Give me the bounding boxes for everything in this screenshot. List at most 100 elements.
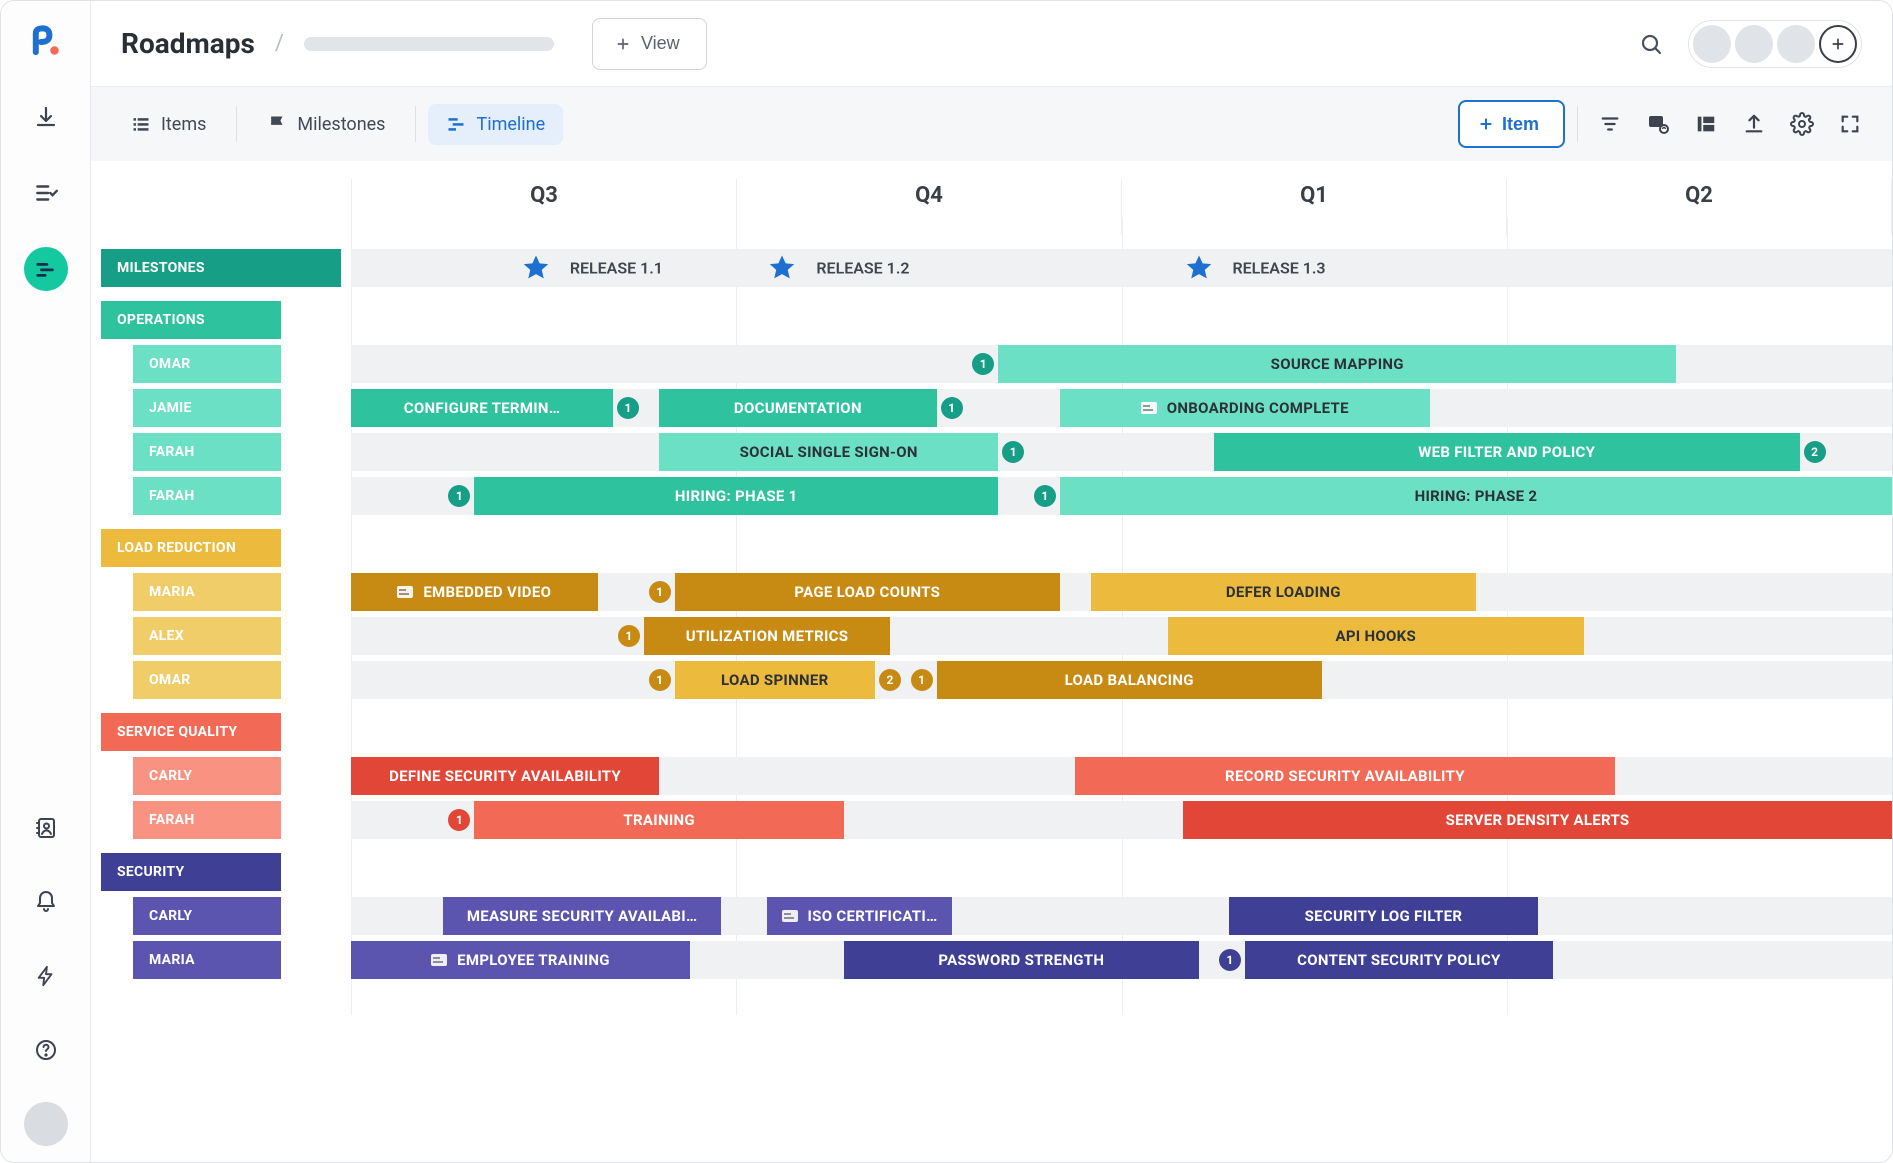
dependency-chip[interactable]: 1 (1002, 441, 1024, 463)
quarter-column: Q4 (736, 179, 1121, 235)
task-bar[interactable]: TRAINING (474, 801, 844, 839)
help-icon[interactable] (24, 1028, 68, 1072)
fullscreen-icon[interactable] (1830, 104, 1870, 144)
task-bar[interactable]: ONBOARDING COMPLETE (1060, 389, 1430, 427)
card-icon (782, 909, 798, 923)
dependency-chip[interactable]: 1 (972, 353, 994, 375)
dependency-chip[interactable]: 1 (1219, 949, 1241, 971)
add-item-button[interactable]: Item (1458, 100, 1565, 148)
task-lane: SOURCE MAPPING1 (351, 345, 1892, 383)
task-bar[interactable]: SOCIAL SINGLE SIGN-ON (659, 433, 998, 471)
dependency-chip[interactable]: 1 (618, 625, 640, 647)
owner-label[interactable]: CARLY (133, 757, 281, 795)
task-bar[interactable]: EMBEDDED VIDEO (351, 573, 598, 611)
task-bar[interactable]: CONTENT SECURITY POLICY (1245, 941, 1553, 979)
dependency-chip[interactable]: 1 (911, 669, 933, 691)
dependency-chip[interactable]: 2 (879, 669, 901, 691)
bolt-icon[interactable] (24, 954, 68, 998)
columns-icon[interactable] (1686, 104, 1726, 144)
task-bar-label: DEFER LOADING (1226, 583, 1341, 601)
address-book-icon[interactable] (24, 806, 68, 850)
task-bar[interactable]: SOURCE MAPPING (998, 345, 1676, 383)
filter-icon[interactable] (1590, 104, 1630, 144)
list-check-icon[interactable] (24, 171, 68, 215)
group-lane (351, 301, 1892, 339)
tab-timeline[interactable]: Timeline (428, 104, 563, 145)
owner-label[interactable]: MARIA (133, 941, 281, 979)
task-bar-label: PAGE LOAD COUNTS (794, 583, 940, 601)
owner-label[interactable]: JAMIE (133, 389, 281, 427)
avatar[interactable] (1777, 25, 1815, 63)
task-bar[interactable]: DEFER LOADING (1091, 573, 1476, 611)
download-icon[interactable] (24, 95, 68, 139)
dependency-chip[interactable]: 1 (649, 581, 671, 603)
task-bar[interactable]: HIRING: PHASE 2 (1060, 477, 1892, 515)
owner-label[interactable]: MARIA (133, 573, 281, 611)
task-bar[interactable]: UTILIZATION METRICS (644, 617, 891, 655)
owner-label[interactable]: OMAR (133, 345, 281, 383)
group-header[interactable]: SERVICE QUALITY (101, 713, 281, 751)
milestone-star-icon[interactable] (767, 253, 797, 283)
task-bar[interactable]: WEB FILTER AND POLICY (1214, 433, 1800, 471)
tab-milestones[interactable]: Milestones (249, 104, 403, 145)
task-lane: SOCIAL SINGLE SIGN-ON1 WEB FILTER AND POL… (351, 433, 1892, 471)
quarter-column: Q3 (351, 179, 736, 235)
task-bar-label: CONTENT SECURITY POLICY (1297, 951, 1500, 969)
add-collaborator-button[interactable] (1819, 25, 1857, 63)
group-header[interactable]: OPERATIONS (101, 301, 281, 339)
task-bar[interactable]: API HOOKS (1168, 617, 1584, 655)
owner-label[interactable]: FARAH (133, 801, 281, 839)
task-bar[interactable]: LOAD SPINNER (675, 661, 875, 699)
avatar[interactable] (1735, 25, 1773, 63)
avatar[interactable] (1693, 25, 1731, 63)
owner-label[interactable]: CARLY (133, 897, 281, 935)
app-logo (29, 25, 63, 59)
timeline-view-icon[interactable] (24, 247, 68, 291)
task-bar-label: MEASURE SECURITY AVAILABI… (467, 907, 698, 925)
owner-label[interactable]: ALEX (133, 617, 281, 655)
link-card-icon[interactable] (1638, 104, 1678, 144)
milestone-star-icon[interactable] (521, 253, 551, 283)
task-bar[interactable]: SERVER DENSITY ALERTS (1183, 801, 1892, 839)
owner-label[interactable]: OMAR (133, 661, 281, 699)
dependency-chip[interactable]: 1 (448, 809, 470, 831)
dependency-chip[interactable]: 1 (1034, 485, 1056, 507)
tab-items[interactable]: Items (113, 104, 224, 145)
dependency-chip[interactable]: 1 (941, 397, 963, 419)
dependency-chip[interactable]: 1 (649, 669, 671, 691)
task-bar[interactable]: DEFINE SECURITY AVAILABILITY (351, 757, 659, 795)
task-bar-label: HIRING: PHASE 1 (675, 487, 798, 505)
group-header[interactable]: SECURITY (101, 853, 281, 891)
task-bar[interactable]: MEASURE SECURITY AVAILABI… (443, 897, 720, 935)
task-lane: LOAD SPINNER12LOAD BALANCING1 (351, 661, 1892, 699)
milestone-star-icon[interactable] (1184, 253, 1214, 283)
task-bar[interactable]: DOCUMENTATION (659, 389, 936, 427)
task-bar-label: ISO CERTIFICATI… (808, 907, 938, 925)
bell-icon[interactable] (24, 880, 68, 924)
dependency-chip[interactable]: 2 (1804, 441, 1826, 463)
task-bar-label: TRAINING (623, 811, 695, 829)
dependency-chip[interactable]: 1 (617, 397, 639, 419)
export-icon[interactable] (1734, 104, 1774, 144)
task-bar[interactable]: PAGE LOAD COUNTS (675, 573, 1060, 611)
user-avatar[interactable] (24, 1102, 68, 1146)
group-header[interactable]: LOAD REDUCTION (101, 529, 281, 567)
task-bar[interactable]: RECORD SECURITY AVAILABILITY (1075, 757, 1614, 795)
topbar: Roadmaps / View (91, 1, 1892, 87)
dependency-chip[interactable]: 1 (448, 485, 470, 507)
tab-milestones-label: Milestones (297, 114, 385, 135)
owner-label[interactable]: FARAH (133, 477, 281, 515)
search-icon[interactable] (1632, 25, 1670, 63)
task-bar[interactable]: LOAD BALANCING (937, 661, 1322, 699)
timeline-scroll[interactable]: Q3Q4Q1Q2 MILESTONESRELEASE 1.1RELEASE 1.… (91, 161, 1892, 1162)
owner-label[interactable]: FARAH (133, 433, 281, 471)
task-bar[interactable]: PASSWORD STRENGTH (844, 941, 1198, 979)
add-view-button[interactable]: View (592, 18, 707, 70)
task-bar[interactable]: ISO CERTIFICATI… (767, 897, 952, 935)
task-bar[interactable]: SECURITY LOG FILTER (1229, 897, 1537, 935)
task-bar[interactable]: HIRING: PHASE 1 (474, 477, 998, 515)
task-bar[interactable]: CONFIGURE TERMIN… (351, 389, 613, 427)
settings-icon[interactable] (1782, 104, 1822, 144)
task-bar-label: SERVER DENSITY ALERTS (1446, 811, 1630, 829)
task-bar[interactable]: EMPLOYEE TRAINING (351, 941, 690, 979)
